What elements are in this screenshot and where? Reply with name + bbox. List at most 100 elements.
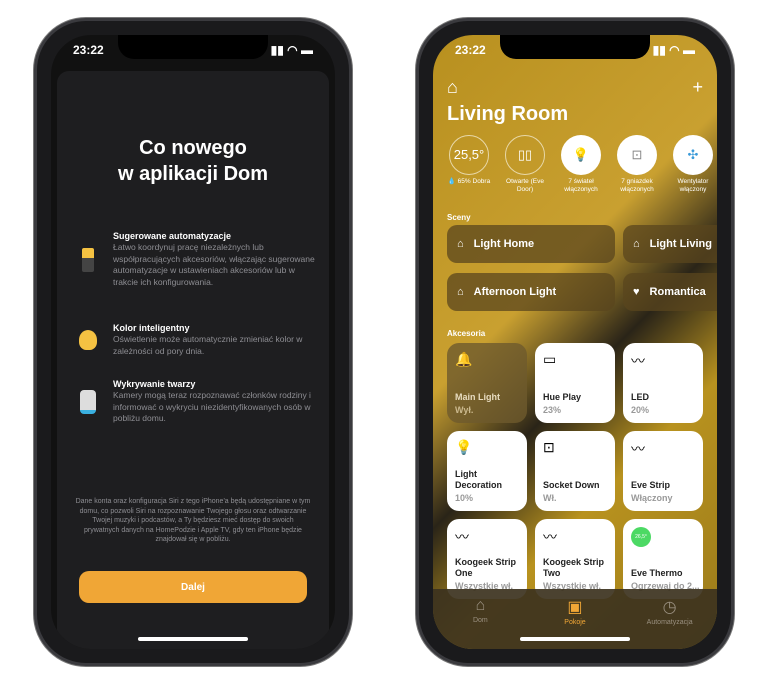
- scene-label: Light Home: [473, 238, 535, 250]
- scene-home-icon: ⌂: [457, 286, 464, 298]
- scenes-heading: Sceny: [447, 213, 471, 222]
- camera-icon: [77, 379, 99, 425]
- accessory-name: Eve Strip: [631, 480, 671, 490]
- fan-icon: ✣: [673, 135, 713, 175]
- accessory-name: Eve Thermo: [631, 568, 683, 578]
- stat-fan[interactable]: ✣ Wentylator włączony: [671, 135, 715, 194]
- thermostat-icon: 26,5°: [631, 527, 651, 547]
- scene-button[interactable]: ⌂ Light Living: [623, 225, 717, 263]
- signal-wifi-battery-icon: ▮▮ ◠ ▬: [652, 43, 695, 57]
- home-icon[interactable]: ⌂: [447, 77, 458, 98]
- accessory-status: Wył.: [455, 405, 474, 415]
- accessory-icon: 💡: [455, 439, 473, 455]
- feature-title: Kolor inteligentny: [113, 323, 190, 333]
- scene-home-icon: ⌂: [633, 238, 640, 250]
- status-bar: 23:22 ▮▮ ◠ ▬: [455, 43, 695, 57]
- room-title: Living Room: [447, 103, 569, 125]
- accessory-tile[interactable]: 🔔 Main Light Wył.: [447, 343, 527, 423]
- accessories-heading: Akcesoria: [447, 329, 486, 338]
- accessory-tile[interactable]: 〰 LED 20%: [623, 343, 703, 423]
- whats-new-screen: 23:22 ▮▮ ◠ ▬ Co nowego w aplikacji Dom Sug…: [51, 35, 335, 649]
- stat-label: Wentylator włączony: [677, 178, 709, 193]
- home-app-screen: 23:22 ▮▮ ◠ ▬ ⌂ + Living Room 25,5° 💧 65% Do…: [433, 35, 717, 649]
- feature-item: Wykrywanie twarzy Kamery mogą teraz rozpo…: [77, 379, 321, 425]
- accessory-tile[interactable]: ⊡ Socket Down Wł.: [535, 431, 615, 511]
- scene-button[interactable]: ⌂ Afternoon Light: [447, 273, 615, 311]
- tab-rooms[interactable]: ▣ Pokoje: [535, 597, 615, 649]
- feature-text: Oświetlenie może automatycznie zmieniać …: [113, 334, 303, 356]
- lightbulb-icon: 💡: [561, 135, 601, 175]
- accessory-name: Light Decoration: [455, 469, 503, 490]
- lightbulb-icon: [77, 323, 99, 357]
- automation-phone-icon: [77, 231, 99, 288]
- tab-home[interactable]: ⌂ Dom: [440, 597, 520, 649]
- accessory-tile[interactable]: 💡 Light Decoration 10%: [447, 431, 527, 511]
- automation-icon: ◷: [662, 599, 677, 616]
- accessory-name: Main Light: [455, 392, 500, 402]
- stat-door[interactable]: ▯▯ Otwarte (Eve Door): [503, 135, 547, 194]
- feature-text: Łatwo koordynuj pracę niezależnych lub w…: [113, 242, 315, 287]
- home-indicator: [520, 637, 630, 641]
- clock: 23:22: [73, 43, 104, 57]
- scene-label: Light Living: [649, 238, 712, 250]
- scene-label: Romantica: [649, 286, 706, 298]
- accessory-grid: 🔔 Main Light Wył. ▭ Hue Play 23% 〰 LED 20% 💡 Light…: [447, 343, 703, 599]
- feature-title: Wykrywanie twarzy: [113, 379, 196, 389]
- stat-label: 7 gniazdek włączonych: [620, 178, 654, 193]
- stat-temperature[interactable]: 25,5° 💧 65% Dobra: [447, 135, 491, 194]
- door-icon: ▯▯: [505, 135, 545, 175]
- tab-label: Pokoje: [564, 619, 586, 626]
- scene-button[interactable]: ♥ Romantica: [623, 273, 717, 311]
- accessory-status: Wł.: [543, 493, 557, 503]
- title-line: Co nowego: [139, 137, 247, 159]
- home-indicator: [138, 637, 248, 641]
- tab-label: Dom: [472, 617, 488, 624]
- clock: 23:22: [455, 43, 486, 57]
- feature-title: Sugerowane automatyzacje: [113, 231, 232, 241]
- outlet-icon: ⊡: [617, 135, 657, 175]
- accessory-name: Hue Play: [543, 392, 582, 402]
- stat-label: 7 świateł włączonych: [564, 178, 598, 193]
- tab-automation[interactable]: ◷ Automatyzacja: [630, 597, 710, 649]
- accessory-icon: 〰: [455, 529, 469, 545]
- accessory-icon: ⊡: [543, 439, 555, 455]
- tab-label: Automatyzacja: [646, 619, 693, 626]
- stat-outlets[interactable]: ⊡ 7 gniazdek włączonych: [615, 135, 659, 194]
- accessory-status: 23%: [543, 405, 562, 415]
- accessory-tile[interactable]: 〰 Koogeek Strip One Wszystkie wł.: [447, 519, 527, 599]
- accessory-icon: 🔔: [455, 351, 473, 367]
- accessory-icon: ▭: [543, 351, 557, 367]
- privacy-note: Dane konta oraz konfiguracja Siri z tego…: [75, 498, 311, 543]
- stat-label: 💧 65% Dobra: [447, 178, 491, 185]
- accessory-name: Koogeek Strip One: [455, 557, 517, 578]
- accessory-status: Włączony: [631, 493, 673, 503]
- stat-lights[interactable]: 💡 7 świateł włączonych: [559, 135, 603, 194]
- accessory-tile[interactable]: 〰 Koogeek Strip Two Wszystkie wł.: [535, 519, 615, 599]
- accessory-name: Socket Down: [543, 480, 600, 490]
- rooms-icon: ▣: [567, 599, 583, 616]
- scene-button[interactable]: ⌂ Light Home: [447, 225, 615, 263]
- home-icon: ⌂: [475, 597, 486, 614]
- accessory-tile[interactable]: 26,5° Eve Thermo Ogrzewaj do 2...: [623, 519, 703, 599]
- title-line: w aplikacji Dom: [117, 163, 269, 185]
- status-bar: 23:22 ▮▮ ◠ ▬: [73, 43, 313, 57]
- left-phone: 23:22 ▮▮ ◠ ▬ Co nowego w aplikacji Dom Sug…: [34, 18, 352, 666]
- stat-label: Otwarte (Eve Door): [506, 178, 544, 193]
- accessory-tile[interactable]: 〰 Eve Strip Włączony: [623, 431, 703, 511]
- accessory-status: 20%: [631, 405, 650, 415]
- stat-value: 25,5°: [449, 135, 489, 175]
- accessory-name: Koogeek Strip Two: [543, 557, 605, 578]
- accessory-icon: 〰: [543, 529, 557, 545]
- page-title: Co nowego w aplikacji Dom: [51, 135, 335, 187]
- feature-item: Sugerowane automatyzacje Łatwo koordynuj …: [77, 231, 321, 288]
- feature-item: Kolor inteligentny Oświetlenie może autom…: [77, 323, 321, 357]
- signal-wifi-battery-icon: ▮▮ ◠ ▬: [270, 43, 313, 57]
- accessory-icon: 〰: [631, 441, 645, 457]
- accessory-status: 10%: [455, 493, 474, 503]
- add-icon[interactable]: +: [692, 77, 703, 98]
- continue-button[interactable]: Dalej: [79, 571, 307, 603]
- accessory-tile[interactable]: ▭ Hue Play 23%: [535, 343, 615, 423]
- right-phone: 23:22 ▮▮ ◠ ▬ ⌂ + Living Room 25,5° 💧 65% Do…: [416, 18, 734, 666]
- scene-label: Afternoon Light: [473, 286, 557, 298]
- heart-icon: ♥: [633, 286, 640, 298]
